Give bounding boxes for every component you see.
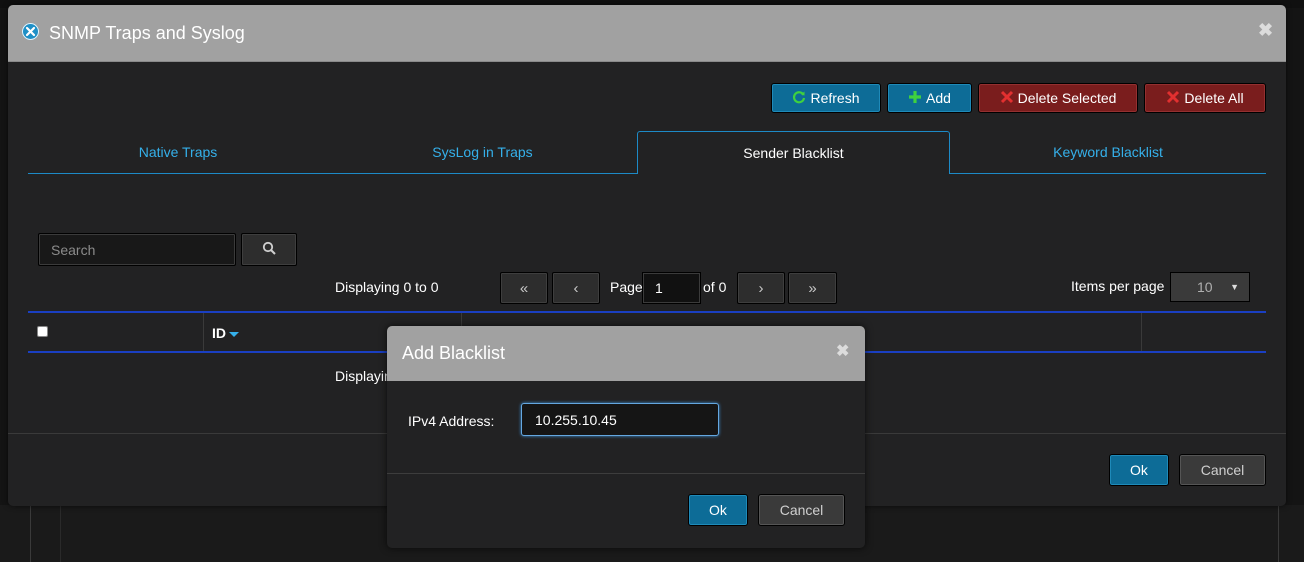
chevron-down-icon: ▼: [1230, 282, 1239, 292]
ipv4-address-input[interactable]: [521, 403, 719, 436]
next-page-icon: ›: [758, 279, 764, 297]
last-page-button[interactable]: »: [788, 272, 837, 304]
select-all-checkbox[interactable]: [37, 326, 48, 337]
sort-desc-icon: [229, 332, 239, 337]
delete-selected-label: Delete Selected: [1017, 90, 1117, 106]
tab-sender-blacklist[interactable]: Sender Blacklist: [637, 131, 950, 174]
refresh-button[interactable]: Refresh: [771, 83, 881, 113]
modal-close-icon[interactable]: ✖: [836, 341, 849, 361]
modal-ok-button[interactable]: Ok: [688, 494, 748, 526]
add-label: Add: [926, 90, 951, 106]
dialog-close-icon[interactable]: ✖: [1258, 20, 1273, 41]
delete-selected-button[interactable]: Delete Selected: [978, 83, 1138, 113]
dialog-header: SNMP Traps and Syslog ✖: [8, 5, 1286, 62]
delete-all-button[interactable]: Delete All: [1144, 83, 1266, 113]
id-column-header[interactable]: ID: [212, 325, 226, 341]
background-divider: [1278, 505, 1279, 562]
dialog-title: SNMP Traps and Syslog: [49, 23, 245, 43]
refresh-label: Refresh: [810, 90, 860, 106]
tab-keyword-blacklist[interactable]: Keyword Blacklist: [950, 131, 1266, 173]
search-input[interactable]: [38, 233, 236, 266]
add-blacklist-modal: Add Blacklist ✖ IPv4 Address: Ok Cancel: [387, 326, 865, 548]
grid-column: [1142, 313, 1266, 351]
app-logo-icon: [22, 23, 39, 40]
first-page-button[interactable]: «: [500, 272, 548, 304]
displaying-range-text: Displaying 0 to 0: [335, 279, 439, 295]
delete-all-label: Delete All: [1184, 90, 1244, 106]
page-label: Page: [610, 279, 643, 295]
tab-native-traps[interactable]: Native Traps: [28, 131, 328, 173]
first-page-icon: «: [519, 279, 529, 297]
background-divider: [30, 505, 31, 562]
modal-cancel-button[interactable]: Cancel: [758, 494, 845, 526]
items-per-page-value: 10: [1197, 279, 1213, 295]
prev-page-button[interactable]: ‹: [552, 272, 600, 304]
items-per-page-select[interactable]: 10 ▼: [1170, 272, 1250, 302]
search-icon: [262, 241, 276, 259]
background-divider: [60, 505, 61, 562]
search-button[interactable]: [241, 233, 297, 266]
ok-button[interactable]: Ok: [1109, 454, 1169, 486]
modal-header: Add Blacklist ✖: [387, 326, 865, 381]
next-page-button[interactable]: ›: [737, 272, 785, 304]
page-number-input[interactable]: [642, 272, 701, 304]
last-page-icon: »: [808, 279, 817, 297]
grid-select-column: [28, 313, 204, 351]
grid-footer-text: Displayin: [335, 368, 392, 384]
delete-x-icon: [1000, 90, 1014, 107]
refresh-icon: [792, 90, 806, 107]
modal-title: Add Blacklist: [402, 343, 506, 363]
items-per-page-label: Items per page: [1071, 278, 1165, 294]
prev-page-icon: ‹: [573, 279, 579, 297]
modal-divider: [387, 473, 865, 474]
tab-bar: Native Traps SysLog in Traps Sender Blac…: [28, 131, 1266, 174]
delete-x-icon: [1166, 90, 1180, 107]
tab-syslog-in-traps[interactable]: SysLog in Traps: [328, 131, 637, 173]
plus-icon: [908, 90, 922, 107]
ipv4-label: IPv4 Address:: [408, 413, 495, 429]
add-button[interactable]: Add: [887, 83, 972, 113]
page-of-label: of 0: [703, 279, 727, 295]
cancel-button[interactable]: Cancel: [1179, 454, 1266, 486]
